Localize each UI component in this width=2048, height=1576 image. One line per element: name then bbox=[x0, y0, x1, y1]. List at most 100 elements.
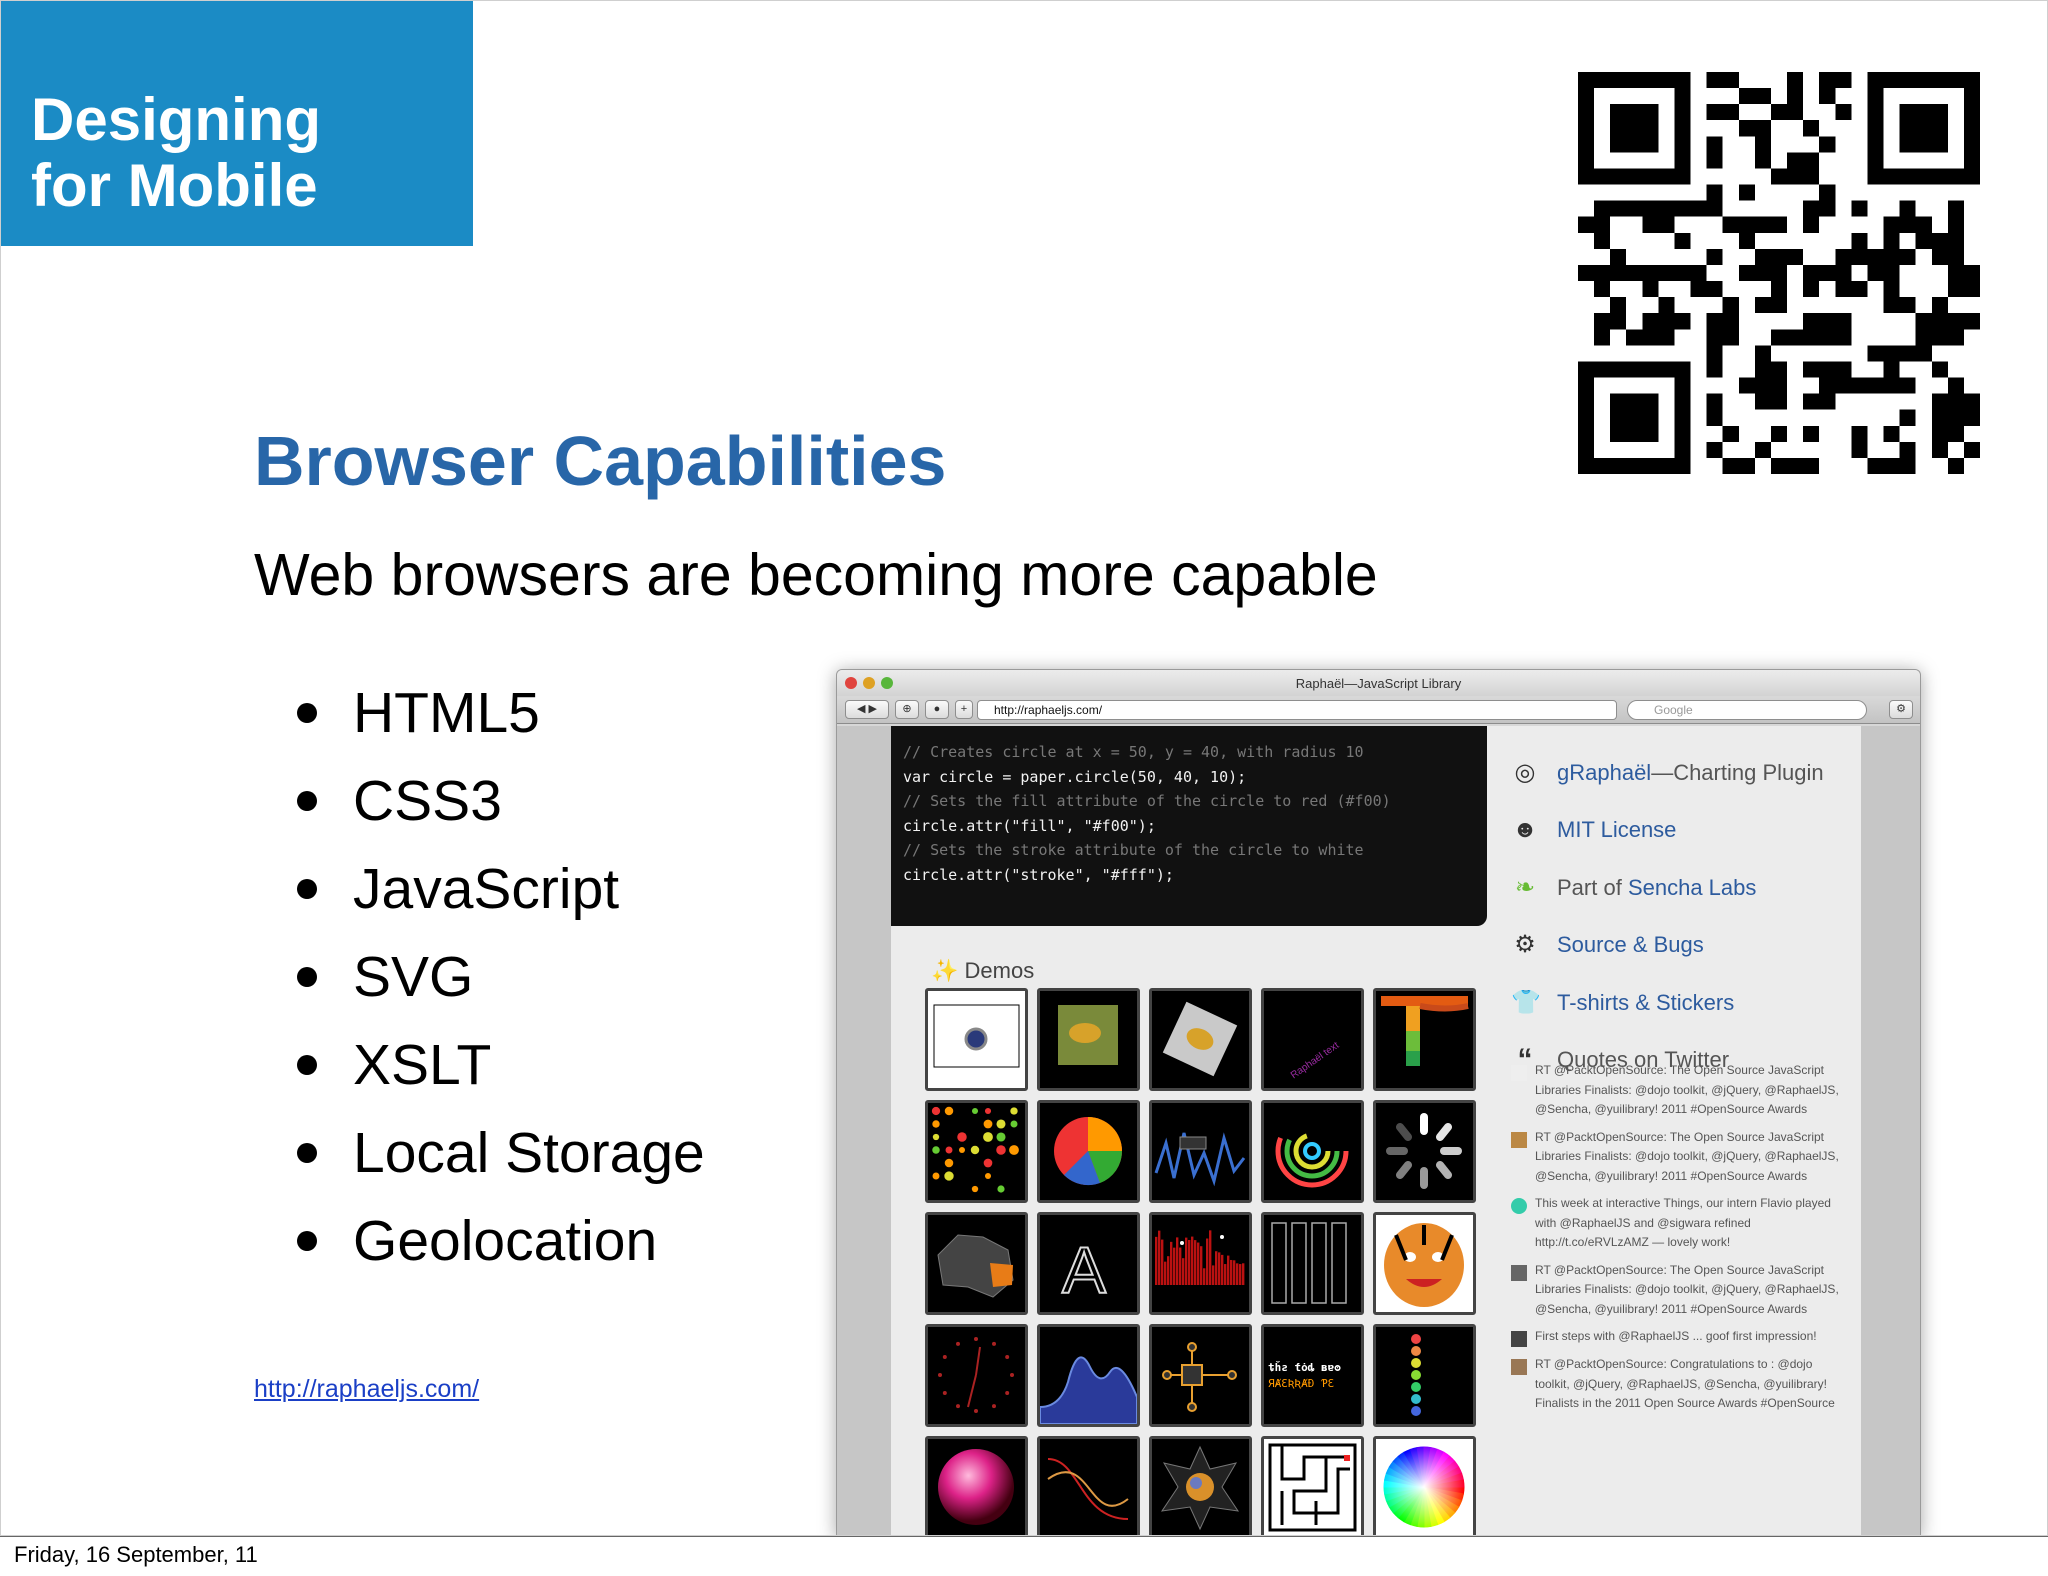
sidebar-link: gRaphaël bbox=[1557, 759, 1652, 785]
section-title-line1: Designing bbox=[31, 86, 322, 153]
browser-screenshot: Raphaël—JavaScript Library ◀ ▶ ⊕ ● + htt… bbox=[836, 669, 1921, 1535]
bullet-dot bbox=[297, 1143, 317, 1163]
tweet-item: RT @PacktOpenSource: The Open Source Jav… bbox=[1511, 1261, 1841, 1320]
qr-code bbox=[1578, 72, 1980, 474]
tshirt-icon: 👕 bbox=[1511, 988, 1541, 1016]
bullet-item: CSS3 bbox=[297, 757, 705, 845]
demo-thumbnail bbox=[1037, 988, 1140, 1091]
gear-icon: ⚙ bbox=[1514, 931, 1536, 959]
demo-thumbnail bbox=[1149, 1100, 1252, 1203]
add-icon: + bbox=[955, 700, 973, 719]
sidebar-link: MIT License bbox=[1557, 817, 1677, 843]
bullet-text: Local Storage bbox=[353, 1121, 705, 1185]
demo-thumbnail: A bbox=[1037, 1212, 1140, 1315]
avatar bbox=[1511, 1359, 1527, 1375]
bullet-dot bbox=[297, 703, 317, 723]
bullet-dot bbox=[297, 791, 317, 811]
bullet-dot bbox=[297, 967, 317, 987]
subtitle: Web browsers are becoming more capable bbox=[254, 542, 1378, 608]
tweet-text: This week at interactive Things, our int… bbox=[1535, 1196, 1831, 1249]
browser-content: // Creates circle at x = 50, y = 40, wit… bbox=[837, 726, 1920, 1535]
bullet-text: HTML5 bbox=[353, 681, 540, 745]
demo-thumbnail bbox=[1261, 1100, 1364, 1203]
tweet-item: RT @PacktOpenSource: Congratulations to … bbox=[1511, 1355, 1841, 1414]
bullet-dot bbox=[297, 1231, 317, 1251]
demo-thumbnail bbox=[1373, 1436, 1476, 1535]
bullet-item: SVG bbox=[297, 933, 705, 1021]
avatar bbox=[1511, 1331, 1527, 1347]
demo-thumbnail bbox=[1149, 1436, 1252, 1535]
tweet-item: This week at interactive Things, our int… bbox=[1511, 1194, 1841, 1253]
raphael-sidebar: ◎ gRaphaël —Charting Plugin ☻ MIT License ❧… bbox=[1511, 744, 1851, 1089]
raphael-link[interactable]: http://raphaeljs.com/ bbox=[254, 1375, 479, 1404]
bullet-item: Local Storage bbox=[297, 1109, 705, 1197]
svg-text:ЯȺƐƦƦȺƉ ƤƐ: ЯȺƐƦƦȺƉ ƤƐ bbox=[1268, 1377, 1334, 1390]
demo-thumbnail bbox=[1373, 1324, 1476, 1427]
avatar bbox=[1511, 1131, 1527, 1148]
demos-grid: Raphaël text A ȶȟƨ ƭȯȡ ʙɐʘ ЯȺƐƦƦȺƉ ƤƐ bbox=[925, 988, 1476, 1535]
demo-thumbnail bbox=[1149, 988, 1252, 1091]
bullet-text: JavaScript bbox=[353, 857, 620, 921]
bullet-dot bbox=[297, 879, 317, 899]
demo-thumbnail bbox=[1373, 1212, 1476, 1315]
avatar bbox=[1511, 1065, 1527, 1081]
avatar bbox=[1511, 1198, 1527, 1214]
code-line: // Sets the fill attribute of the circle… bbox=[903, 792, 1391, 810]
section-title-line2: for Mobile bbox=[31, 152, 318, 219]
bullet-item: HTML5 bbox=[297, 669, 705, 757]
demo-thumbnail: Raphaël text bbox=[1261, 988, 1364, 1091]
tweet-text: RT @PacktOpenSource: Congratulations to … bbox=[1535, 1357, 1835, 1410]
demo-thumbnail bbox=[1261, 1436, 1364, 1535]
demo-thumbnail bbox=[1037, 1100, 1140, 1203]
svg-text:A: A bbox=[1062, 1233, 1106, 1307]
demos-heading: ✨ Demos bbox=[931, 958, 1034, 984]
sidebar-link: T-shirts & Stickers bbox=[1557, 989, 1735, 1015]
demos-label: Demos bbox=[964, 958, 1035, 983]
avatar bbox=[1511, 1264, 1527, 1281]
tweet-item: First steps with @RaphaelJS ... goof fir… bbox=[1511, 1327, 1841, 1347]
sidebar-item-source: ⚙ Source & Bugs bbox=[1511, 917, 1851, 975]
demo-thumbnail bbox=[1037, 1324, 1140, 1427]
bookmark-icon: ⊕ bbox=[895, 700, 919, 719]
demo-thumbnail bbox=[1373, 988, 1476, 1091]
slide: Designing for Mobile Browser Capabilitie… bbox=[0, 0, 2048, 1536]
browser-titlebar: Raphaël—JavaScript Library bbox=[837, 670, 1920, 696]
bullet-text: Geolocation bbox=[353, 1209, 658, 1273]
sidebar-text: Part of bbox=[1557, 874, 1622, 900]
sidebar-link: Sencha Labs bbox=[1627, 874, 1757, 900]
search-field: Google bbox=[1627, 700, 1867, 720]
bullet-item: Geolocation bbox=[297, 1197, 705, 1285]
demo-thumbnail bbox=[925, 1436, 1028, 1535]
back-forward-icon: ◀ ▶ bbox=[845, 700, 889, 719]
sencha-icon: ❧ bbox=[1514, 873, 1536, 901]
demo-thumbnail bbox=[1261, 1212, 1364, 1315]
raphael-page: // Creates circle at x = 50, y = 40, wit… bbox=[891, 726, 1861, 1535]
svg-text:Raphaël text: Raphaël text bbox=[1289, 1040, 1341, 1081]
bullet-list: HTML5 CSS3 JavaScript SVG XSLT Local Sto… bbox=[297, 669, 705, 1285]
bullet-item: JavaScript bbox=[297, 845, 705, 933]
page-title: Browser Capabilities bbox=[254, 422, 947, 500]
browser-toolbar: ◀ ▶ ⊕ ● + http://raphaeljs.com/ Google ⚙ bbox=[837, 696, 1920, 724]
code-line: circle.attr("stroke", "#fff"); bbox=[903, 865, 1174, 884]
svg-text:ȶȟƨ ƭȯȡ ʙɐʘ: ȶȟƨ ƭȯȡ ʙɐʘ bbox=[1268, 1361, 1341, 1374]
bullet-text: SVG bbox=[353, 945, 474, 1009]
tweet-text: RT @PacktOpenSource: The Open Source Jav… bbox=[1535, 1063, 1839, 1116]
wand-icon: ✨ bbox=[931, 958, 959, 983]
code-line: circle.attr("fill", "#f00"); bbox=[903, 816, 1156, 835]
tweet-text: RT @PacktOpenSource: The Open Source Jav… bbox=[1535, 1129, 1839, 1183]
bullet-text: CSS3 bbox=[353, 769, 502, 833]
tweet-text: RT @PacktOpenSource: The Open Source Jav… bbox=[1535, 1262, 1839, 1316]
footer-date: Friday, 16 September, 11 bbox=[14, 1542, 258, 1567]
browser-window-title: Raphaël—JavaScript Library bbox=[1295, 676, 1462, 691]
demo-thumbnail bbox=[1373, 1100, 1476, 1203]
sidebar-link: Source & Bugs bbox=[1557, 932, 1704, 958]
demo-thumbnail bbox=[925, 1100, 1028, 1203]
demo-thumbnail bbox=[925, 1324, 1028, 1427]
bullet-dot bbox=[297, 1055, 317, 1075]
demo-thumbnail bbox=[925, 988, 1028, 1091]
demo-thumbnail: ȶȟƨ ƭȯȡ ʙɐʘ ЯȺƐƦƦȺƉ ƤƐ bbox=[1261, 1324, 1364, 1427]
footer-divider bbox=[0, 1536, 2048, 1537]
graphael-icon: ◎ bbox=[1514, 758, 1536, 786]
sidebar-item-graphael: ◎ gRaphaël —Charting Plugin bbox=[1511, 744, 1851, 802]
section-title-box: Designing for Mobile bbox=[1, 1, 473, 246]
